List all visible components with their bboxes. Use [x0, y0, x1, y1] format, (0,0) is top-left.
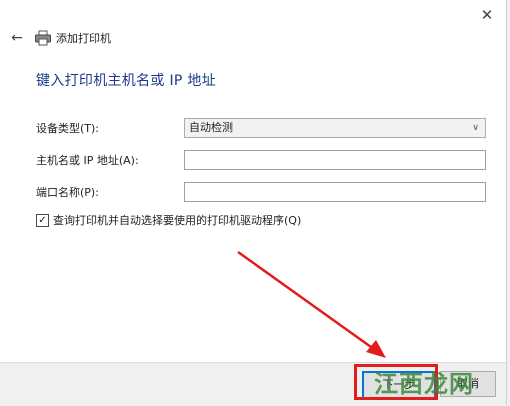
chevron-down-icon: ∨ — [472, 123, 479, 133]
dialog-header: ← 添加打印机 — [8, 28, 111, 48]
dialog-title: 添加打印机 — [56, 32, 111, 45]
hostname-row: 主机名或 IP 地址(A): — [36, 150, 184, 170]
query-printer-label: 查询打印机并自动选择要使用的打印机驱动程序(Q) — [53, 214, 302, 227]
back-button[interactable]: ← — [8, 30, 26, 46]
device-type-label: 设备类型(T): — [36, 122, 100, 135]
close-icon: ✕ — [480, 6, 494, 24]
add-printer-dialog: ✕ ← 添加打印机 键入打印机主机名或 IP 地址 设备类型(T): 自动检测 … — [0, 0, 507, 406]
device-type-row: 设备类型(T): — [36, 118, 184, 138]
back-arrow-icon: ← — [11, 30, 23, 46]
port-input[interactable] — [184, 182, 486, 202]
watermark: 江西龙网 — [374, 370, 474, 398]
port-label: 端口名称(P): — [36, 186, 99, 199]
query-printer-checkbox[interactable]: ✓ — [36, 213, 49, 227]
device-type-value: 自动检测 — [189, 121, 233, 134]
printer-icon — [35, 30, 51, 46]
port-row: 端口名称(P): — [36, 182, 184, 202]
page-heading: 键入打印机主机名或 IP 地址 — [36, 73, 216, 89]
device-type-select[interactable]: 自动检测 ∨ — [184, 118, 486, 138]
query-printer-option[interactable]: ✓ 查询打印机并自动选择要使用的打印机驱动程序(Q) — [36, 212, 301, 228]
hostname-input[interactable] — [184, 150, 486, 170]
hostname-label: 主机名或 IP 地址(A): — [36, 154, 139, 167]
close-button[interactable]: ✕ — [478, 6, 496, 24]
